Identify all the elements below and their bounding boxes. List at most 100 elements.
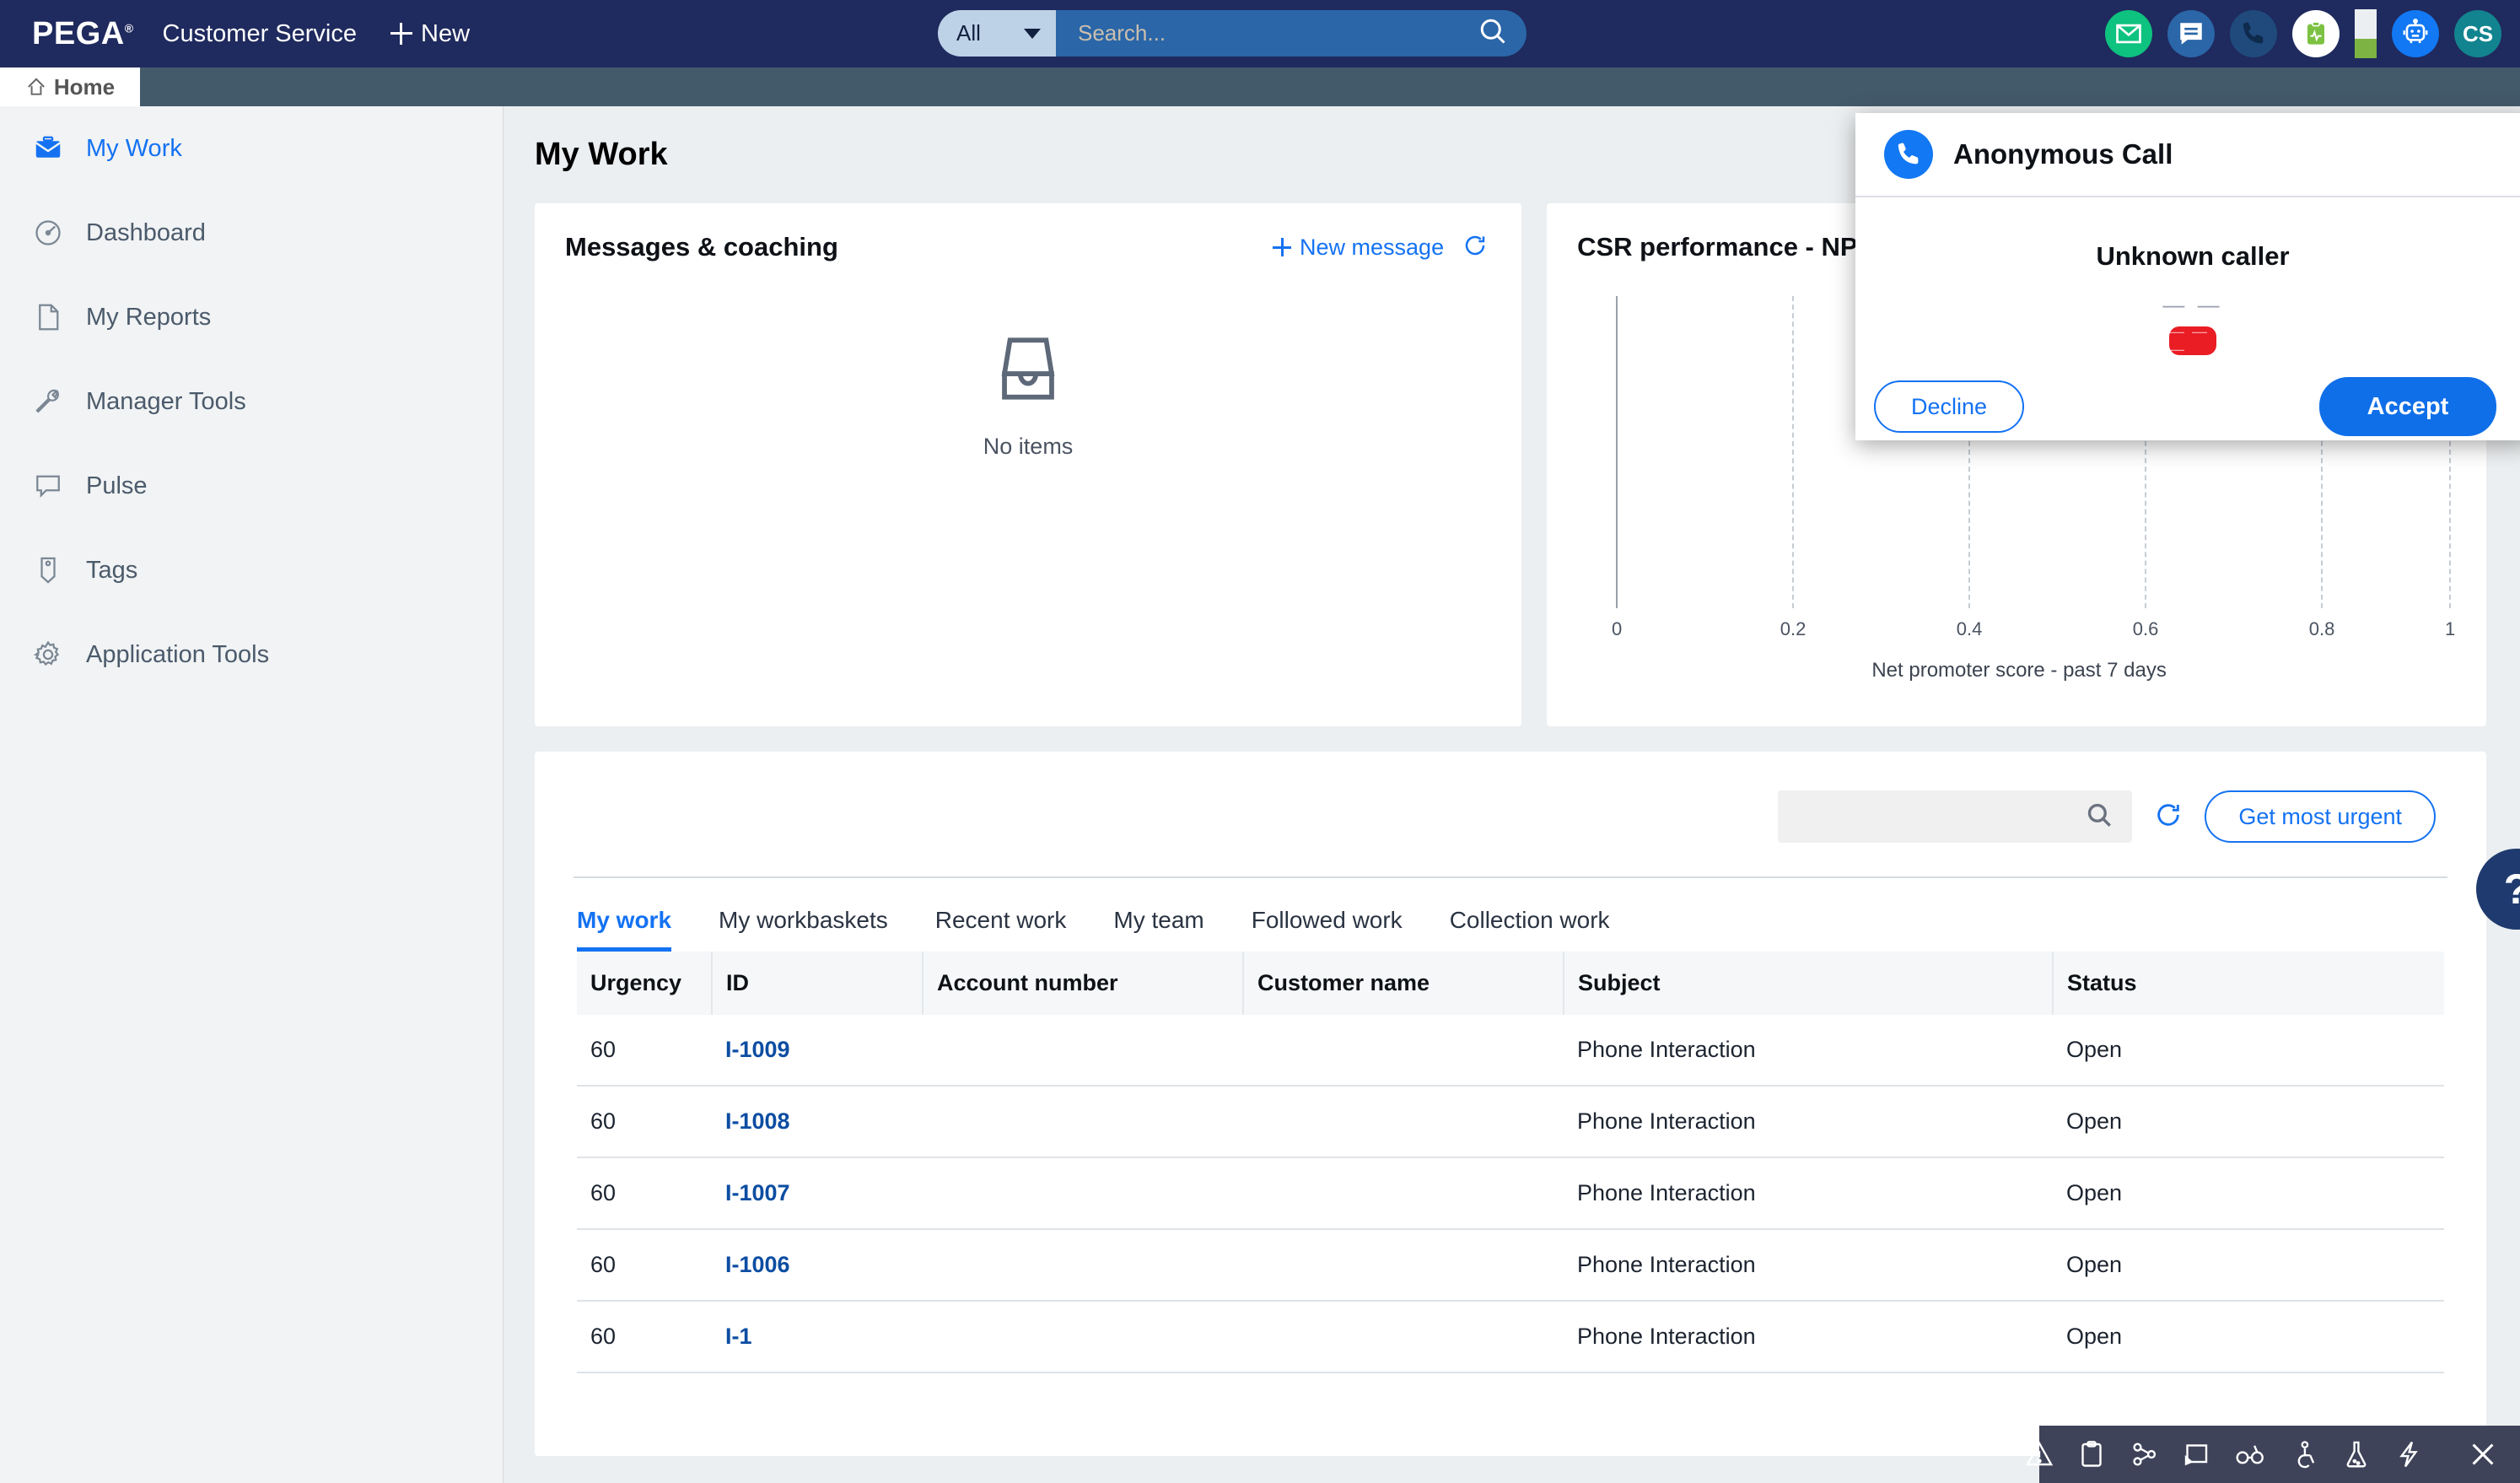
- get-most-urgent-button[interactable]: Get most urgent: [2205, 790, 2436, 843]
- cell-subject: Phone Interaction: [1564, 1086, 2053, 1158]
- accept-button[interactable]: Accept: [2319, 377, 2496, 436]
- clipboard-icon[interactable]: [2076, 1439, 2107, 1470]
- new-button-label: New: [421, 19, 471, 47]
- home-icon: [27, 78, 45, 95]
- cell-id[interactable]: I-1008: [712, 1086, 923, 1158]
- document-icon: [32, 301, 64, 333]
- cell-status: Open: [2053, 1301, 2444, 1373]
- cell-subject: Phone Interaction: [1564, 1229, 2053, 1302]
- mail-icon[interactable]: [2105, 10, 2152, 57]
- messages-card-title: Messages & coaching: [565, 232, 838, 262]
- search-icon[interactable]: [1478, 16, 1508, 51]
- search-input[interactable]: [1078, 20, 1444, 46]
- clipboard-icon[interactable]: [2292, 10, 2340, 57]
- cell-subject: Phone Interaction: [1564, 1157, 2053, 1230]
- cell-id[interactable]: I-1007: [712, 1157, 923, 1230]
- cell-id[interactable]: I-1009: [712, 1015, 923, 1087]
- sidebar-item-label: Dashboard: [86, 218, 206, 246]
- search-input[interactable]: [1778, 803, 2086, 830]
- tab-my-work[interactable]: My work: [577, 907, 672, 952]
- battery-icon[interactable]: [2355, 9, 2377, 58]
- bot-icon[interactable]: [2392, 10, 2439, 57]
- tab-my-workbaskets[interactable]: My workbaskets: [719, 907, 888, 952]
- table-header-row: Urgency ID Account number Customer name …: [577, 952, 2444, 1015]
- tab-home[interactable]: Home: [0, 67, 140, 106]
- table-row[interactable]: 60 I-1009 Phone Interaction Open: [577, 1015, 2444, 1087]
- sidebar-item-my-reports[interactable]: My Reports: [0, 275, 503, 359]
- cell-id[interactable]: I-1: [712, 1301, 923, 1373]
- cell-subject: Phone Interaction: [1564, 1301, 2053, 1373]
- warning-icon[interactable]: [2024, 1439, 2054, 1470]
- cell-id[interactable]: I-1006: [712, 1229, 923, 1302]
- table-row[interactable]: 60 I-1 Phone Interaction Open: [577, 1301, 2444, 1373]
- table-row[interactable]: 60 I-1007 Phone Interaction Open: [577, 1157, 2444, 1230]
- sidebar-item-dashboard[interactable]: Dashboard: [0, 191, 503, 275]
- tab-my-team[interactable]: My team: [1113, 907, 1203, 952]
- brand-logo[interactable]: PEGA®: [32, 16, 134, 52]
- wrench-icon: [32, 386, 64, 418]
- worklist-search[interactable]: [1778, 790, 2133, 843]
- tab-collection-work[interactable]: Collection work: [1450, 907, 1610, 952]
- bottom-toolbar: [2025, 1426, 2520, 1483]
- sidebar-item-tags[interactable]: Tags: [0, 528, 503, 612]
- cell-urgency: 60: [577, 1229, 712, 1302]
- avatar[interactable]: CS: [2454, 10, 2501, 57]
- tab-recent-work[interactable]: Recent work: [935, 907, 1067, 952]
- column-header-status[interactable]: Status: [2053, 952, 2444, 1015]
- case-link[interactable]: I-1007: [725, 1180, 790, 1205]
- sidebar-item-my-work[interactable]: My Work: [0, 106, 503, 191]
- chart-x-axis-label: Net promoter score - past 7 days: [1871, 659, 2167, 682]
- global-search[interactable]: All: [938, 10, 1527, 57]
- sidebar: My Work Dashboard My Reports Manager Too…: [0, 106, 503, 1483]
- x-tick: 0.4: [1956, 618, 1983, 639]
- sidebar-item-label: Pulse: [86, 472, 148, 499]
- sidebar-item-pulse[interactable]: Pulse: [0, 444, 503, 528]
- incoming-call-popup: Anonymous Call Unknown caller — — — — — …: [1855, 113, 2520, 440]
- cell-urgency: 60: [577, 1086, 712, 1158]
- lightning-icon[interactable]: [2393, 1439, 2424, 1470]
- sidebar-item-manager-tools[interactable]: Manager Tools: [0, 359, 503, 444]
- new-button[interactable]: New: [390, 20, 470, 48]
- accessibility-icon[interactable]: [2289, 1439, 2319, 1470]
- cell-customer: [1243, 1157, 1564, 1230]
- screen-pointer-icon[interactable]: [2181, 1439, 2211, 1470]
- table-row[interactable]: 60 I-1006 Phone Interaction Open: [577, 1229, 2444, 1302]
- phone-icon: [1884, 130, 1933, 179]
- chat-icon[interactable]: [2167, 10, 2215, 57]
- column-header-urgency[interactable]: Urgency: [577, 952, 713, 1015]
- messages-empty-state: No items: [535, 330, 1521, 460]
- column-header-subject[interactable]: Subject: [1564, 952, 2054, 1015]
- close-icon[interactable]: [2468, 1439, 2498, 1470]
- tab-home-label: Home: [53, 73, 116, 100]
- cell-account: [923, 1229, 1243, 1302]
- glasses-icon[interactable]: [2233, 1439, 2267, 1470]
- case-link[interactable]: I-1009: [725, 1037, 790, 1062]
- flask-icon[interactable]: [2341, 1439, 2372, 1470]
- column-header-id[interactable]: ID: [712, 952, 923, 1015]
- search-scope-select[interactable]: All: [938, 10, 1056, 57]
- new-message-label: New message: [1300, 234, 1445, 260]
- search-icon[interactable]: [2085, 801, 2113, 833]
- cell-status: Open: [2053, 1015, 2444, 1087]
- refresh-icon[interactable]: [2154, 801, 2183, 833]
- cell-customer: [1243, 1086, 1564, 1158]
- cell-customer: [1243, 1301, 1564, 1373]
- new-message-button[interactable]: New message: [1273, 235, 1444, 261]
- case-link[interactable]: I-1: [725, 1324, 752, 1349]
- refresh-icon[interactable]: [1462, 233, 1488, 262]
- sidebar-item-application-tools[interactable]: Application Tools: [0, 612, 503, 697]
- share-nodes-icon[interactable]: [2129, 1439, 2159, 1470]
- column-header-customer[interactable]: Customer name: [1243, 952, 1564, 1015]
- table-row[interactable]: 60 I-1008 Phone Interaction Open: [577, 1086, 2444, 1158]
- cell-account: [923, 1086, 1243, 1158]
- messages-empty-label: No items: [983, 434, 1074, 459]
- column-header-account[interactable]: Account number: [923, 952, 1244, 1015]
- case-link[interactable]: I-1006: [725, 1252, 790, 1277]
- phone-icon[interactable]: [2230, 10, 2277, 57]
- plus-icon: [390, 23, 412, 45]
- case-link[interactable]: I-1008: [725, 1108, 790, 1134]
- sidebar-item-label: My Work: [86, 134, 182, 162]
- search-field-wrap[interactable]: [1056, 10, 1527, 57]
- decline-button[interactable]: Decline: [1874, 380, 2024, 433]
- tab-followed-work[interactable]: Followed work: [1252, 907, 1403, 952]
